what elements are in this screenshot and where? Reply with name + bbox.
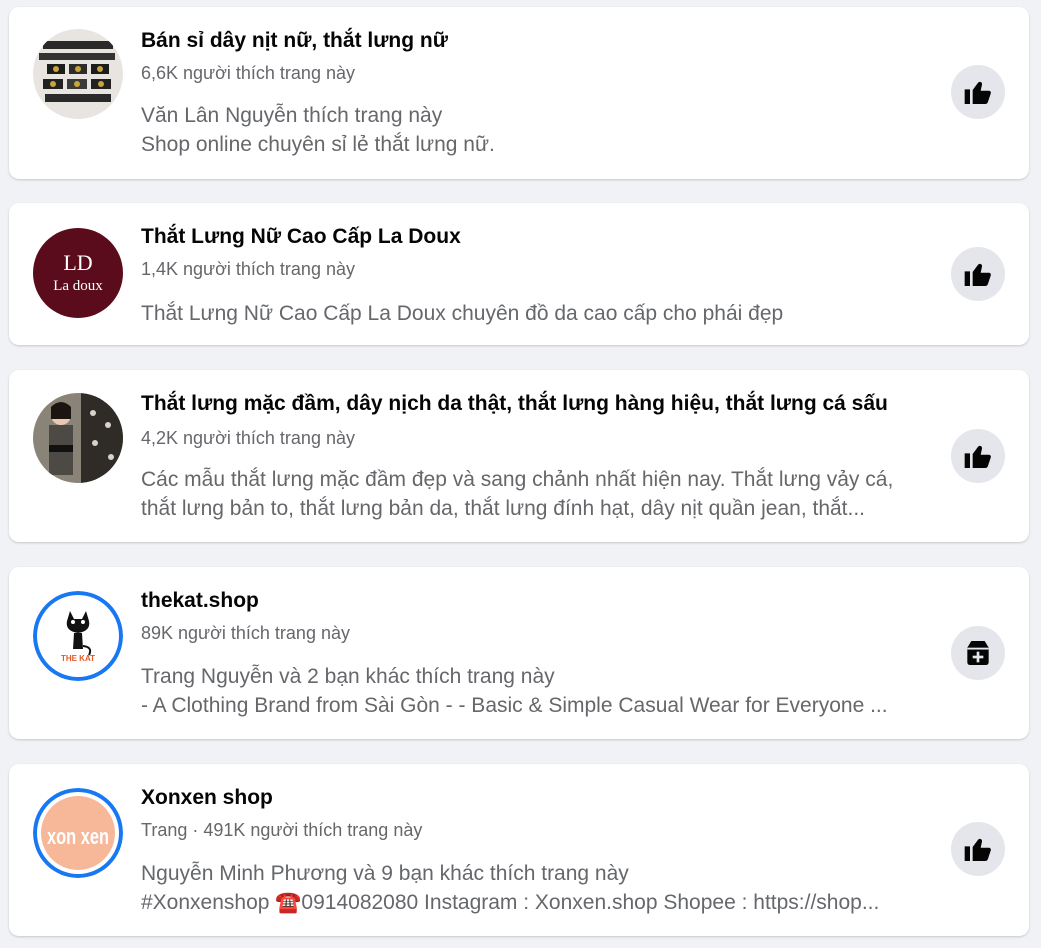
description-line: Nguyễn Minh Phương và 9 bạn khác thích t… — [141, 862, 629, 885]
page-avatar[interactable] — [33, 393, 123, 483]
like-button[interactable] — [951, 822, 1005, 876]
page-description: Nguyễn Minh Phương và 9 bạn khác thích t… — [141, 859, 941, 917]
page-avatar[interactable]: xon xen — [33, 788, 123, 878]
logo-wordmark: THE KAT — [61, 654, 95, 663]
page-avatar[interactable] — [33, 29, 123, 119]
page-likes-count: 6,6K người thích trang này — [141, 63, 355, 83]
page-description: Thắt Lưng Nữ Cao Cấp La Doux chuyên đồ d… — [141, 299, 941, 328]
page-avatar[interactable]: THE KAT — [33, 591, 123, 681]
description-line: Văn Lân Nguyễn thích trang này — [141, 104, 443, 127]
page-title[interactable]: Thắt lưng mặc đầm, dây nịch da thật, thắ… — [141, 392, 888, 416]
like-icon — [964, 445, 991, 468]
page-title[interactable]: Thắt Lưng Nữ Cao Cấp La Doux — [141, 225, 461, 249]
belt-collage-avatar-image — [33, 29, 123, 119]
add-page-icon — [967, 641, 989, 665]
like-button[interactable] — [951, 65, 1005, 119]
logo-wordmark: xon xen — [47, 824, 109, 849]
page-description: Trang Nguyễn và 2 bạn khác thích trang n… — [141, 662, 941, 720]
description-line: Thắt Lưng Nữ Cao Cấp La Doux chuyên đồ d… — [141, 302, 784, 325]
page-likes-count: 89K người thích trang này — [141, 623, 350, 643]
page-result-card[interactable]: xon xen Xonxen shop Trang · 491K người t… — [9, 764, 1029, 936]
description-line: Shop online chuyên sỉ lẻ thắt lưng nữ. — [141, 133, 495, 156]
page-likes-count: Trang · 491K người thích trang này — [141, 820, 423, 840]
xonxen-logo: xon xen — [33, 788, 123, 878]
page-likes-count: 1,4K người thích trang này — [141, 259, 355, 279]
like-button[interactable] — [951, 247, 1005, 301]
page-result-card[interactable]: LD La doux Thắt Lưng Nữ Cao Cấp La Doux … — [9, 203, 1029, 345]
like-button[interactable] — [951, 429, 1005, 483]
page-result-card[interactable]: THE KAT thekat.shop 89K người thích tran… — [9, 567, 1029, 739]
like-icon — [964, 81, 991, 104]
like-icon — [964, 838, 991, 861]
thekat-logo: THE KAT — [33, 591, 123, 681]
description-line: thắt lưng bản to, thắt lưng bản da, thắt… — [141, 497, 866, 520]
page-result-card[interactable]: Bán sỉ dây nịt nữ, thắt lưng nữ 6,6K ngư… — [9, 7, 1029, 179]
description-line: Các mẫu thắt lưng mặc đầm đẹp và sang ch… — [141, 468, 894, 491]
page-description: Các mẫu thắt lưng mặc đầm đẹp và sang ch… — [141, 465, 941, 523]
follow-page-button[interactable] — [951, 626, 1005, 680]
page-result-card[interactable]: Thắt lưng mặc đầm, dây nịch da thật, thắ… — [9, 370, 1029, 542]
page-description: Văn Lân Nguyễn thích trang này Shop onli… — [141, 101, 941, 159]
description-line: #Xonxenshop ☎️0914082080 Instagram : Xon… — [141, 891, 880, 914]
like-icon — [964, 263, 991, 286]
page-avatar[interactable]: LD La doux — [33, 228, 123, 318]
page-likes-count: 4,2K người thích trang này — [141, 428, 355, 448]
page-title[interactable]: Bán sỉ dây nịt nữ, thắt lưng nữ — [141, 29, 448, 53]
page-title[interactable]: Xonxen shop — [141, 786, 273, 810]
la-doux-logo: LD La doux — [33, 228, 123, 318]
model-photo-avatar-image — [33, 393, 123, 483]
page-title[interactable]: thekat.shop — [141, 589, 259, 613]
description-line: - A Clothing Brand from Sài Gòn - - Basi… — [141, 694, 888, 717]
description-line: Trang Nguyễn và 2 bạn khác thích trang n… — [141, 665, 555, 688]
logo-wordmark: La doux — [53, 278, 103, 294]
logo-monogram: LD — [63, 250, 92, 275]
